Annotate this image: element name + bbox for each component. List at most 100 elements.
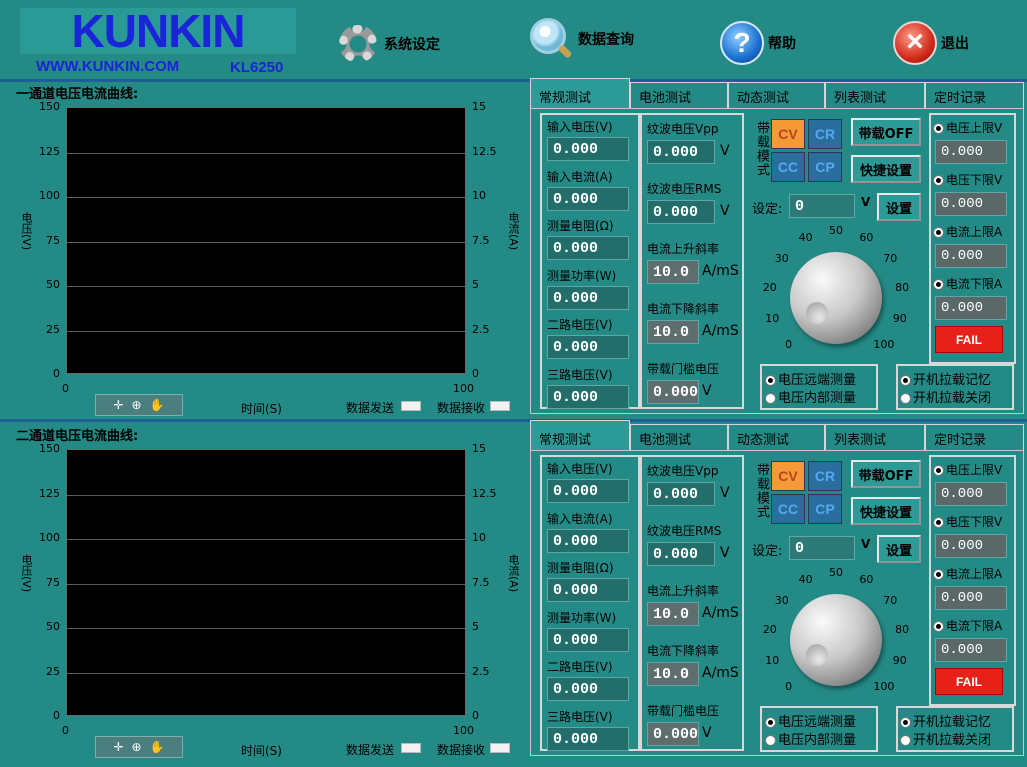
limit-row[interactable]: 电流下限A — [933, 275, 1002, 292]
limit-value-input[interactable]: 0.000 — [935, 586, 1007, 610]
tab-0[interactable]: 常规测试 — [530, 78, 630, 108]
ripple-unit: A/mS — [702, 605, 739, 621]
limit-value-input[interactable]: 0.000 — [935, 244, 1007, 268]
tab-4[interactable]: 定时记录 — [925, 82, 1024, 108]
ripple-value: 0.000 — [647, 542, 715, 566]
y-left-tick-label: 150 — [39, 442, 60, 455]
tab-4[interactable]: 定时记录 — [925, 424, 1024, 450]
x-tick-end: 100 — [453, 724, 474, 737]
measure-label: 输入电流(A) — [547, 169, 613, 184]
limit-checkbox[interactable] — [933, 227, 944, 238]
limit-checkbox[interactable] — [933, 175, 944, 186]
dial-tick-label: 10 — [765, 311, 780, 325]
power-radio[interactable] — [900, 735, 911, 746]
set-value-input[interactable]: 0 — [789, 194, 855, 218]
limit-checkbox[interactable] — [933, 465, 944, 476]
tab-2[interactable]: 动态测试 — [728, 82, 825, 108]
power-radio[interactable] — [900, 717, 911, 728]
limit-row[interactable]: 电压下限V — [933, 513, 1002, 530]
load-off-button[interactable]: 带载OFF — [851, 460, 921, 488]
set-label: 设定: — [752, 202, 783, 217]
plot-gridline — [67, 628, 465, 629]
tab-2[interactable]: 动态测试 — [728, 424, 825, 450]
limit-value-input[interactable]: 0.000 — [935, 296, 1007, 320]
power-option[interactable]: 开机拉载记忆 — [900, 711, 991, 730]
set-value-input[interactable]: 0 — [789, 536, 855, 560]
dial-tick-label: 90 — [892, 653, 907, 667]
zoom-icon[interactable]: ⊕ — [132, 740, 142, 754]
sense-option[interactable]: 电压远端测量 — [765, 711, 856, 730]
tab-3[interactable]: 列表测试 — [825, 424, 925, 450]
setpoint-knob[interactable] — [790, 252, 882, 344]
plot-gridline — [67, 152, 465, 154]
mode-button-cr[interactable]: CR — [808, 119, 842, 149]
mode-button-cc[interactable]: CC — [771, 494, 805, 524]
limit-checkbox[interactable] — [933, 621, 944, 632]
quick-set-button[interactable]: 快捷设置 — [851, 155, 921, 183]
limit-label: 电压下限V — [946, 173, 1003, 187]
load-off-button[interactable]: 带载OFF — [851, 118, 921, 146]
ripple-label: 电流下降斜率 — [647, 302, 720, 316]
limit-checkbox[interactable] — [933, 123, 944, 134]
tab-bar[interactable]: 常规测试 电池测试 动态测试 列表测试 定时记录 — [530, 78, 1024, 108]
ripple-label: 纹波电压Vpp — [647, 122, 719, 136]
sense-radio[interactable] — [765, 717, 776, 728]
limit-value-input[interactable]: 0.000 — [935, 534, 1007, 558]
dial-tick-label: 30 — [774, 251, 789, 265]
dial-tick-label: 30 — [774, 593, 789, 607]
dial-tick-label: 10 — [765, 653, 780, 667]
tab-0[interactable]: 常规测试 — [530, 420, 630, 450]
quick-set-button[interactable]: 快捷设置 — [851, 497, 921, 525]
plot-tools[interactable]: ✛ ⊕ ✋ — [95, 736, 183, 758]
limit-checkbox[interactable] — [933, 517, 944, 528]
y-left-axis-label: 电压(V) — [20, 554, 33, 593]
limit-value-input[interactable]: 0.000 — [935, 192, 1007, 216]
limit-checkbox[interactable] — [933, 279, 944, 290]
measure-label: 测量电阻(Ω) — [547, 219, 614, 234]
sense-option[interactable]: 电压内部测量 — [765, 729, 856, 748]
limit-row[interactable]: 电流上限A — [933, 223, 1002, 240]
setpoint-knob[interactable] — [790, 594, 882, 686]
y-left-tick-label: 150 — [39, 100, 60, 113]
ripple-unit: A/mS — [702, 665, 739, 681]
set-button[interactable]: 设置 — [877, 193, 921, 221]
measure-value: 0.000 — [547, 677, 629, 702]
limit-checkbox[interactable] — [933, 569, 944, 580]
measure-value: 0.000 — [547, 285, 629, 310]
y-right-tick-label: 15 — [472, 442, 486, 455]
mode-button-cr[interactable]: CR — [808, 461, 842, 491]
limit-value-input[interactable]: 0.000 — [935, 140, 1007, 164]
mode-button-cv[interactable]: CV — [771, 119, 805, 149]
power-option-label: 开机拉载记忆 — [913, 715, 992, 730]
y-right-tick-label: 0 — [472, 709, 479, 722]
limit-value-input[interactable]: 0.000 — [935, 638, 1007, 662]
dial-tick-label: 40 — [798, 231, 813, 245]
y-left-tick-label: 50 — [46, 620, 60, 633]
mode-button-cp[interactable]: CP — [808, 152, 842, 182]
dial-tick-label: 100 — [873, 680, 895, 694]
tab-bar[interactable]: 常规测试 电池测试 动态测试 列表测试 定时记录 — [530, 420, 1024, 450]
mode-button-cv[interactable]: CV — [771, 461, 805, 491]
y-left-tick-label: 100 — [39, 189, 60, 202]
sense-radio[interactable] — [765, 735, 776, 746]
dial-tick-label: 60 — [859, 573, 874, 587]
set-unit-label: V — [861, 195, 871, 209]
limit-row[interactable]: 电压上限V — [933, 461, 1002, 478]
y-right-axis-label: 电流(A) — [507, 212, 520, 251]
mode-button-cp[interactable]: CP — [808, 494, 842, 524]
limit-row[interactable]: 电压下限V — [933, 171, 1002, 188]
limit-row[interactable]: 电流上限A — [933, 565, 1002, 582]
limit-row[interactable]: 电压上限V — [933, 119, 1002, 136]
power-option[interactable]: 开机拉载关闭 — [900, 729, 991, 748]
limit-row[interactable]: 电流下限A — [933, 617, 1002, 634]
crosshair-icon[interactable]: ✛ — [113, 740, 123, 754]
limit-value-input[interactable]: 0.000 — [935, 482, 1007, 506]
y-left-tick-label: 125 — [39, 486, 60, 500]
tab-1[interactable]: 电池测试 — [630, 82, 728, 108]
set-button[interactable]: 设置 — [877, 535, 921, 563]
tab-1[interactable]: 电池测试 — [630, 424, 728, 450]
plot-gridline — [67, 583, 465, 585]
tab-3[interactable]: 列表测试 — [825, 82, 925, 108]
pan-hand-icon[interactable]: ✋ — [150, 740, 165, 754]
mode-button-cc[interactable]: CC — [771, 152, 805, 182]
